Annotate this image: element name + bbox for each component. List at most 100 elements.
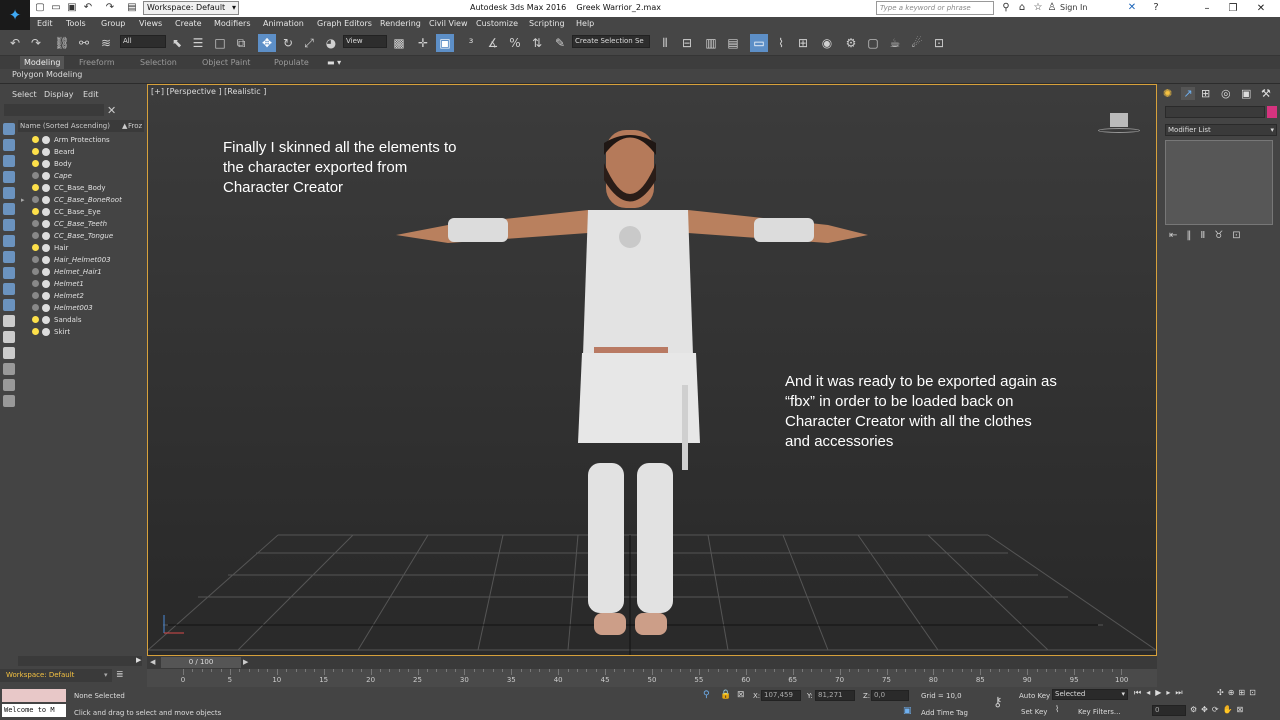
display-space-warps-icon[interactable] <box>3 219 15 231</box>
tab-selection[interactable]: Selection <box>140 56 177 69</box>
menu-group[interactable]: Group <box>101 17 125 30</box>
list-item[interactable]: Helmet1 <box>18 278 142 290</box>
menu-animation[interactable]: Animation <box>263 17 304 30</box>
modifier-stack[interactable] <box>1165 140 1273 225</box>
list-item[interactable]: ▸ CC_Base_BoneRoot <box>18 194 142 206</box>
list-item[interactable]: CC_Base_Eye <box>18 206 142 218</box>
visibility-bulb-icon[interactable] <box>32 184 39 191</box>
tab-object-paint[interactable]: Object Paint <box>202 56 250 69</box>
align-icon[interactable]: ⊟ <box>678 34 696 52</box>
menu-scripting[interactable]: Scripting <box>529 17 565 30</box>
visibility-bulb-icon[interactable] <box>32 220 39 227</box>
app-logo[interactable]: ✦MAX <box>0 0 30 37</box>
list-item[interactable]: Beard <box>18 146 142 158</box>
menu-graph-editors[interactable]: Graph Editors <box>317 17 372 30</box>
menu-edit[interactable]: Edit <box>37 17 53 30</box>
time-slider-thumb[interactable]: 0 / 100 <box>161 657 241 668</box>
list-item[interactable]: Skirt <box>18 326 142 338</box>
list-item[interactable]: CC_Base_Body <box>18 182 142 194</box>
list-item[interactable]: Sandals <box>18 314 142 326</box>
playback-controls-icon[interactable]: ⏮◂▶▸⏭ <box>1134 688 1188 698</box>
stack-controls-icon[interactable]: ⇤‖Ⅱ♉⊡ <box>1169 230 1250 241</box>
bind-space-warp-icon[interactable]: ≋ <box>97 34 115 52</box>
rectangular-selection-icon[interactable]: □ <box>211 34 229 52</box>
invert-display-icon[interactable] <box>3 347 15 359</box>
binoculars-icon[interactable]: ⚲ <box>1000 2 1012 14</box>
a360-render-icon[interactable]: ⊡ <box>930 34 948 52</box>
keyboard-shortcut-override-icon[interactable]: ▣ <box>436 34 454 52</box>
display-all-icon[interactable] <box>3 315 15 327</box>
display-none-icon[interactable] <box>3 123 15 135</box>
absolute-mode-icon[interactable]: ⊠ <box>737 690 745 700</box>
display-tab-icon[interactable]: ▣ <box>1241 87 1251 100</box>
visibility-bulb-icon[interactable] <box>32 328 39 335</box>
list-item[interactable]: CC_Base_Teeth <box>18 218 142 230</box>
ribbon-options-icon[interactable]: ▬ ▾ <box>327 56 341 69</box>
tab-freeform[interactable]: Freeform <box>79 56 115 69</box>
list-item[interactable]: CC_Base_Tongue <box>18 230 142 242</box>
menu-civil-view[interactable]: Civil View <box>429 17 468 30</box>
viewcube-icon[interactable] <box>1098 113 1140 135</box>
visibility-bulb-icon[interactable] <box>32 160 39 167</box>
display-xrefs-icon[interactable] <box>3 251 15 263</box>
open-file-icon[interactable]: ▭ <box>50 2 62 14</box>
z-coordinate-input[interactable]: 0,0 <box>871 690 909 701</box>
list-item[interactable]: Arm Protections <box>18 134 142 146</box>
frozen-column-header[interactable]: Froz <box>128 120 142 132</box>
explorer-scrollbar[interactable] <box>18 656 142 666</box>
tab-modeling[interactable]: Modeling <box>20 56 65 69</box>
list-item[interactable]: Cape <box>18 170 142 182</box>
list-item[interactable]: Helmet_Hair1 <box>18 266 142 278</box>
new-file-icon[interactable]: ▢ <box>34 2 46 14</box>
render-production-icon[interactable]: ☕ <box>886 34 904 52</box>
visibility-bulb-icon[interactable] <box>32 196 39 203</box>
undo-icon[interactable]: ↶ <box>82 2 94 14</box>
menu-modifiers[interactable]: Modifiers <box>214 17 251 30</box>
list-item[interactable]: Hair <box>18 242 142 254</box>
select-object-icon[interactable]: ⬉ <box>168 34 186 52</box>
window-crossing-icon[interactable]: ⧉ <box>232 34 250 52</box>
percent-snap-icon[interactable]: % <box>506 34 524 52</box>
undo-icon[interactable]: ↶ <box>6 34 24 52</box>
restore-icon[interactable]: ❐ <box>1222 0 1244 17</box>
named-selection-dropdown[interactable]: Create Selection Se <box>572 35 650 48</box>
schematic-view-icon[interactable]: ⊞ <box>794 34 812 52</box>
select-manipulate-icon[interactable]: ✛ <box>414 34 432 52</box>
list-item[interactable]: Body <box>18 158 142 170</box>
explorer-workspace-dropdown[interactable]: Workspace: Default <box>0 669 112 682</box>
display-bones-icon[interactable] <box>3 267 15 279</box>
visibility-bulb-icon[interactable] <box>32 244 39 251</box>
display-geometry-icon[interactable] <box>3 139 15 151</box>
utilities-tab-icon[interactable]: ⚒ <box>1261 87 1271 100</box>
current-frame-input[interactable]: 0 <box>1152 705 1186 716</box>
menu-views[interactable]: Views <box>139 17 162 30</box>
navigation-controls-icon[interactable]: ✣⊕⊞⊡ <box>1217 688 1260 697</box>
slider-right-icon[interactable]: ▶ <box>243 658 248 666</box>
close-icon[interactable]: ✕ <box>1250 0 1272 17</box>
set-key-icon[interactable]: ⚷ <box>993 695 1003 710</box>
select-by-name-icon[interactable]: ☰ <box>189 34 207 52</box>
mirror-icon[interactable]: ⫴ <box>656 34 674 52</box>
project-folder-icon[interactable]: ▤ <box>126 2 138 14</box>
lock-icon[interactable]: 🔒 <box>720 690 731 700</box>
visibility-bulb-icon[interactable] <box>32 256 39 263</box>
layer-explorer-icon[interactable]: ▥ <box>702 34 720 52</box>
visibility-bulb-icon[interactable] <box>32 280 39 287</box>
visibility-bulb-icon[interactable] <box>32 232 39 239</box>
filter-icon[interactable] <box>3 363 15 375</box>
explorer-column-header[interactable]: Name (Sorted Ascending) ▲ Froz <box>18 120 144 132</box>
link-icon[interactable]: ⛓ <box>53 34 71 52</box>
render-setup-icon[interactable]: ⚙ <box>842 34 860 52</box>
workspace-dropdown[interactable]: Workspace: Default ▾ <box>143 1 239 15</box>
search-input[interactable]: Type a keyword or phrase <box>876 1 994 15</box>
rendered-frame-window-icon[interactable]: ▢ <box>864 34 882 52</box>
time-slider[interactable]: ◀ 0 / 100 ▶ <box>147 656 1157 669</box>
menu-rendering[interactable]: Rendering <box>380 17 421 30</box>
display-frozen-icon[interactable] <box>3 299 15 311</box>
clear-search-icon[interactable]: ✕ <box>107 104 116 117</box>
auto-key-button[interactable]: Auto Key <box>1019 691 1050 701</box>
scene-explorer-icon[interactable]: ▤ <box>724 34 742 52</box>
time-tag-icon[interactable]: ▣ <box>903 706 912 716</box>
visibility-bulb-icon[interactable] <box>32 268 39 275</box>
hierarchy-icon[interactable] <box>3 379 15 391</box>
